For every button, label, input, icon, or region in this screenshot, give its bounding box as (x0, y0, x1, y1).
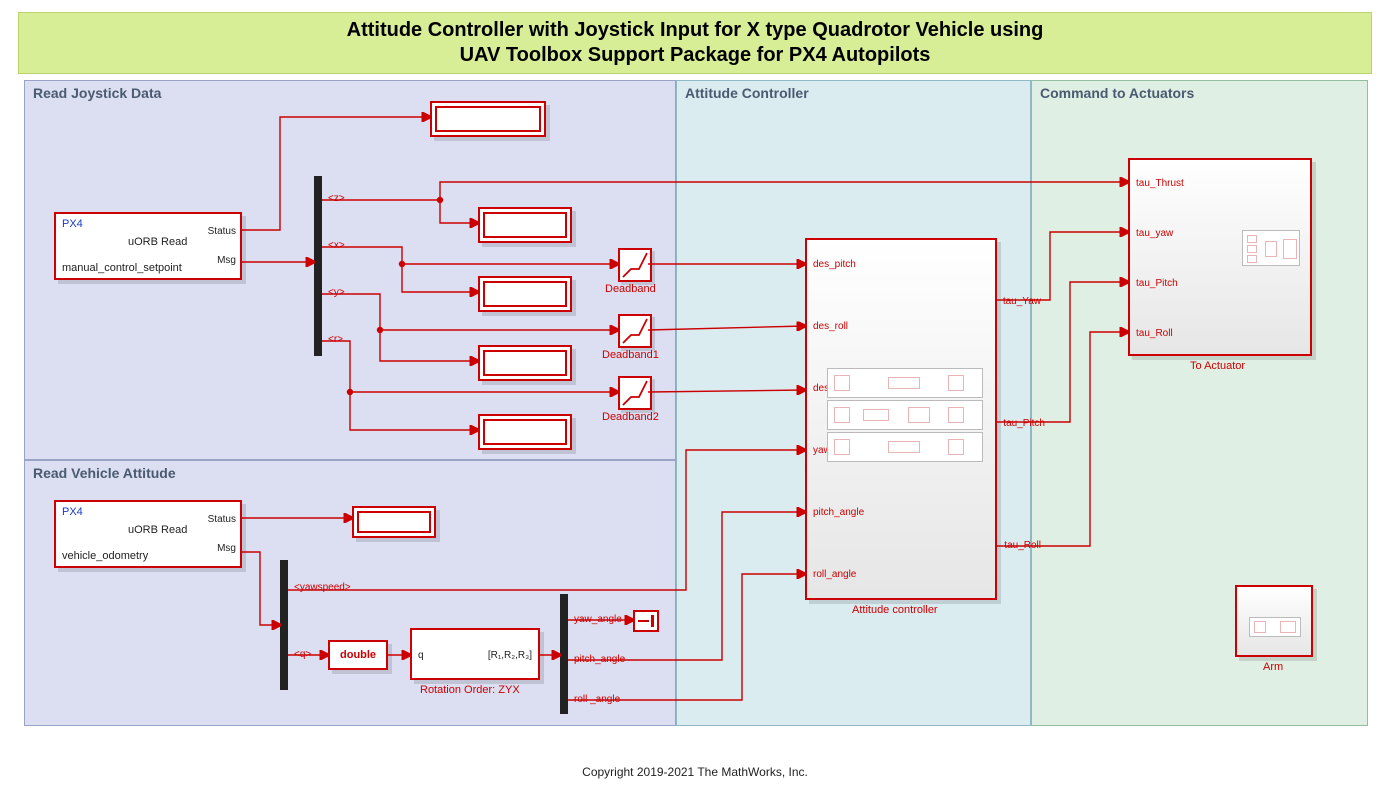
region-label-vehicle: Read Vehicle Attitude (25, 461, 675, 485)
cast-text: double (340, 649, 376, 661)
ta-label: To Actuator (1190, 360, 1245, 372)
port-msg-veh: Msg (217, 543, 236, 554)
port-msg-joy: Msg (217, 255, 236, 266)
ta-in-tau-yaw: tau_yaw (1136, 228, 1173, 239)
title-line-1: Attitude Controller with Joystick Input … (19, 19, 1371, 42)
label-deadband: Deadband (605, 283, 656, 295)
subsystem-to-actuator[interactable]: tau_Thrust tau_yaw tau_Pitch tau_Roll (1128, 158, 1312, 356)
uorb-read-label-veh: uORB Read (128, 524, 187, 536)
arm-label: Arm (1263, 661, 1283, 673)
region-label-joystick: Read Joystick Data (25, 81, 675, 105)
block-cast-double[interactable]: double (328, 640, 388, 670)
title-banner: Attitude Controller with Joystick Input … (18, 12, 1372, 74)
block-quat-to-euler[interactable]: q [R₁,R₂,R₃] (410, 628, 540, 680)
port-status-veh: Status (208, 514, 236, 525)
bus-sig-yawspeed: <yawspeed> (294, 582, 351, 593)
q2e-out: [R₁,R₂,R₃] (488, 650, 532, 661)
ta-in-tau-roll: tau_Roll (1136, 328, 1173, 339)
bus-sig-q: <q> (294, 649, 311, 660)
block-deadband1[interactable] (618, 314, 652, 348)
region-label-attitude: Attitude Controller (677, 81, 1030, 105)
demux-angles[interactable] (560, 594, 568, 714)
subsystem-arm[interactable] (1235, 585, 1313, 657)
bus-sig-y: <y> (328, 287, 345, 298)
block-deadband[interactable] (618, 248, 652, 282)
display-status-joy[interactable] (430, 101, 546, 137)
ac-mini-2 (827, 400, 983, 430)
ta-in-tau-pitch: tau_Pitch (1136, 278, 1178, 289)
region-label-command: Command to Actuators (1032, 81, 1367, 105)
px4-label: PX4 (62, 218, 83, 230)
bus-sig-x: <x> (328, 240, 345, 251)
subsystem-attitude-controller[interactable]: des_pitch des_roll des_yaw_rate yaw_rate… (805, 238, 997, 600)
ac-mini-3 (827, 432, 983, 462)
display-r[interactable] (478, 414, 572, 450)
dm-yaw-angle: yaw_angle (574, 614, 622, 625)
dm-pitch-angle: pitch_angle (574, 654, 625, 665)
block-uorb-read-vehicle[interactable]: PX4 uORB Read vehicle_odometry Status Ms… (54, 500, 242, 568)
ac-out-tau-pitch: tau_Pitch (1003, 418, 1045, 429)
port-status-joy: Status (208, 226, 236, 237)
dm-roll-angle: roll _angle (574, 694, 620, 705)
block-uorb-read-joystick[interactable]: PX4 uORB Read manual_control_setpoint St… (54, 212, 242, 280)
label-deadband1: Deadband1 (602, 349, 659, 361)
uorb-read-label: uORB Read (128, 236, 187, 248)
ac-label: Attitude controller (852, 604, 938, 616)
display-status-veh[interactable] (352, 506, 436, 538)
ac-mini-1 (827, 368, 983, 398)
bus-sig-z: <z> (328, 193, 345, 204)
bus-selector-vehicle[interactable] (280, 560, 288, 690)
display-z[interactable] (478, 207, 572, 243)
display-y[interactable] (478, 345, 572, 381)
ta-mini (1242, 230, 1300, 266)
display-x[interactable] (478, 276, 572, 312)
q2e-label: Rotation Order: ZYX (420, 684, 520, 696)
label-deadband2: Deadband2 (602, 411, 659, 423)
ac-out-tau-roll: tau_Roll (1004, 540, 1041, 551)
uorb-topic-joy: manual_control_setpoint (62, 262, 182, 274)
ac-in-des-roll: des_roll (813, 321, 848, 332)
ta-in-tau-thrust: tau_Thrust (1136, 178, 1184, 189)
title-line-2: UAV Toolbox Support Package for PX4 Auto… (19, 44, 1371, 67)
ac-in-roll-angle: roll_angle (813, 569, 856, 580)
ac-in-des-pitch: des_pitch (813, 259, 856, 270)
ac-out-tau-yaw: tau_Yaw (1003, 296, 1041, 307)
copyright-text: Copyright 2019-2021 The MathWorks, Inc. (0, 765, 1390, 779)
ac-in-pitch-angle: pitch_angle (813, 507, 864, 518)
block-deadband2[interactable] (618, 376, 652, 410)
arm-mini (1249, 617, 1301, 637)
bus-selector-joystick[interactable] (314, 176, 322, 356)
terminator-yaw-angle[interactable] (633, 610, 659, 632)
q2e-in: q (418, 650, 424, 661)
px4-label-veh: PX4 (62, 506, 83, 518)
uorb-topic-veh: vehicle_odometry (62, 550, 148, 562)
bus-sig-r: <r> (328, 334, 343, 345)
